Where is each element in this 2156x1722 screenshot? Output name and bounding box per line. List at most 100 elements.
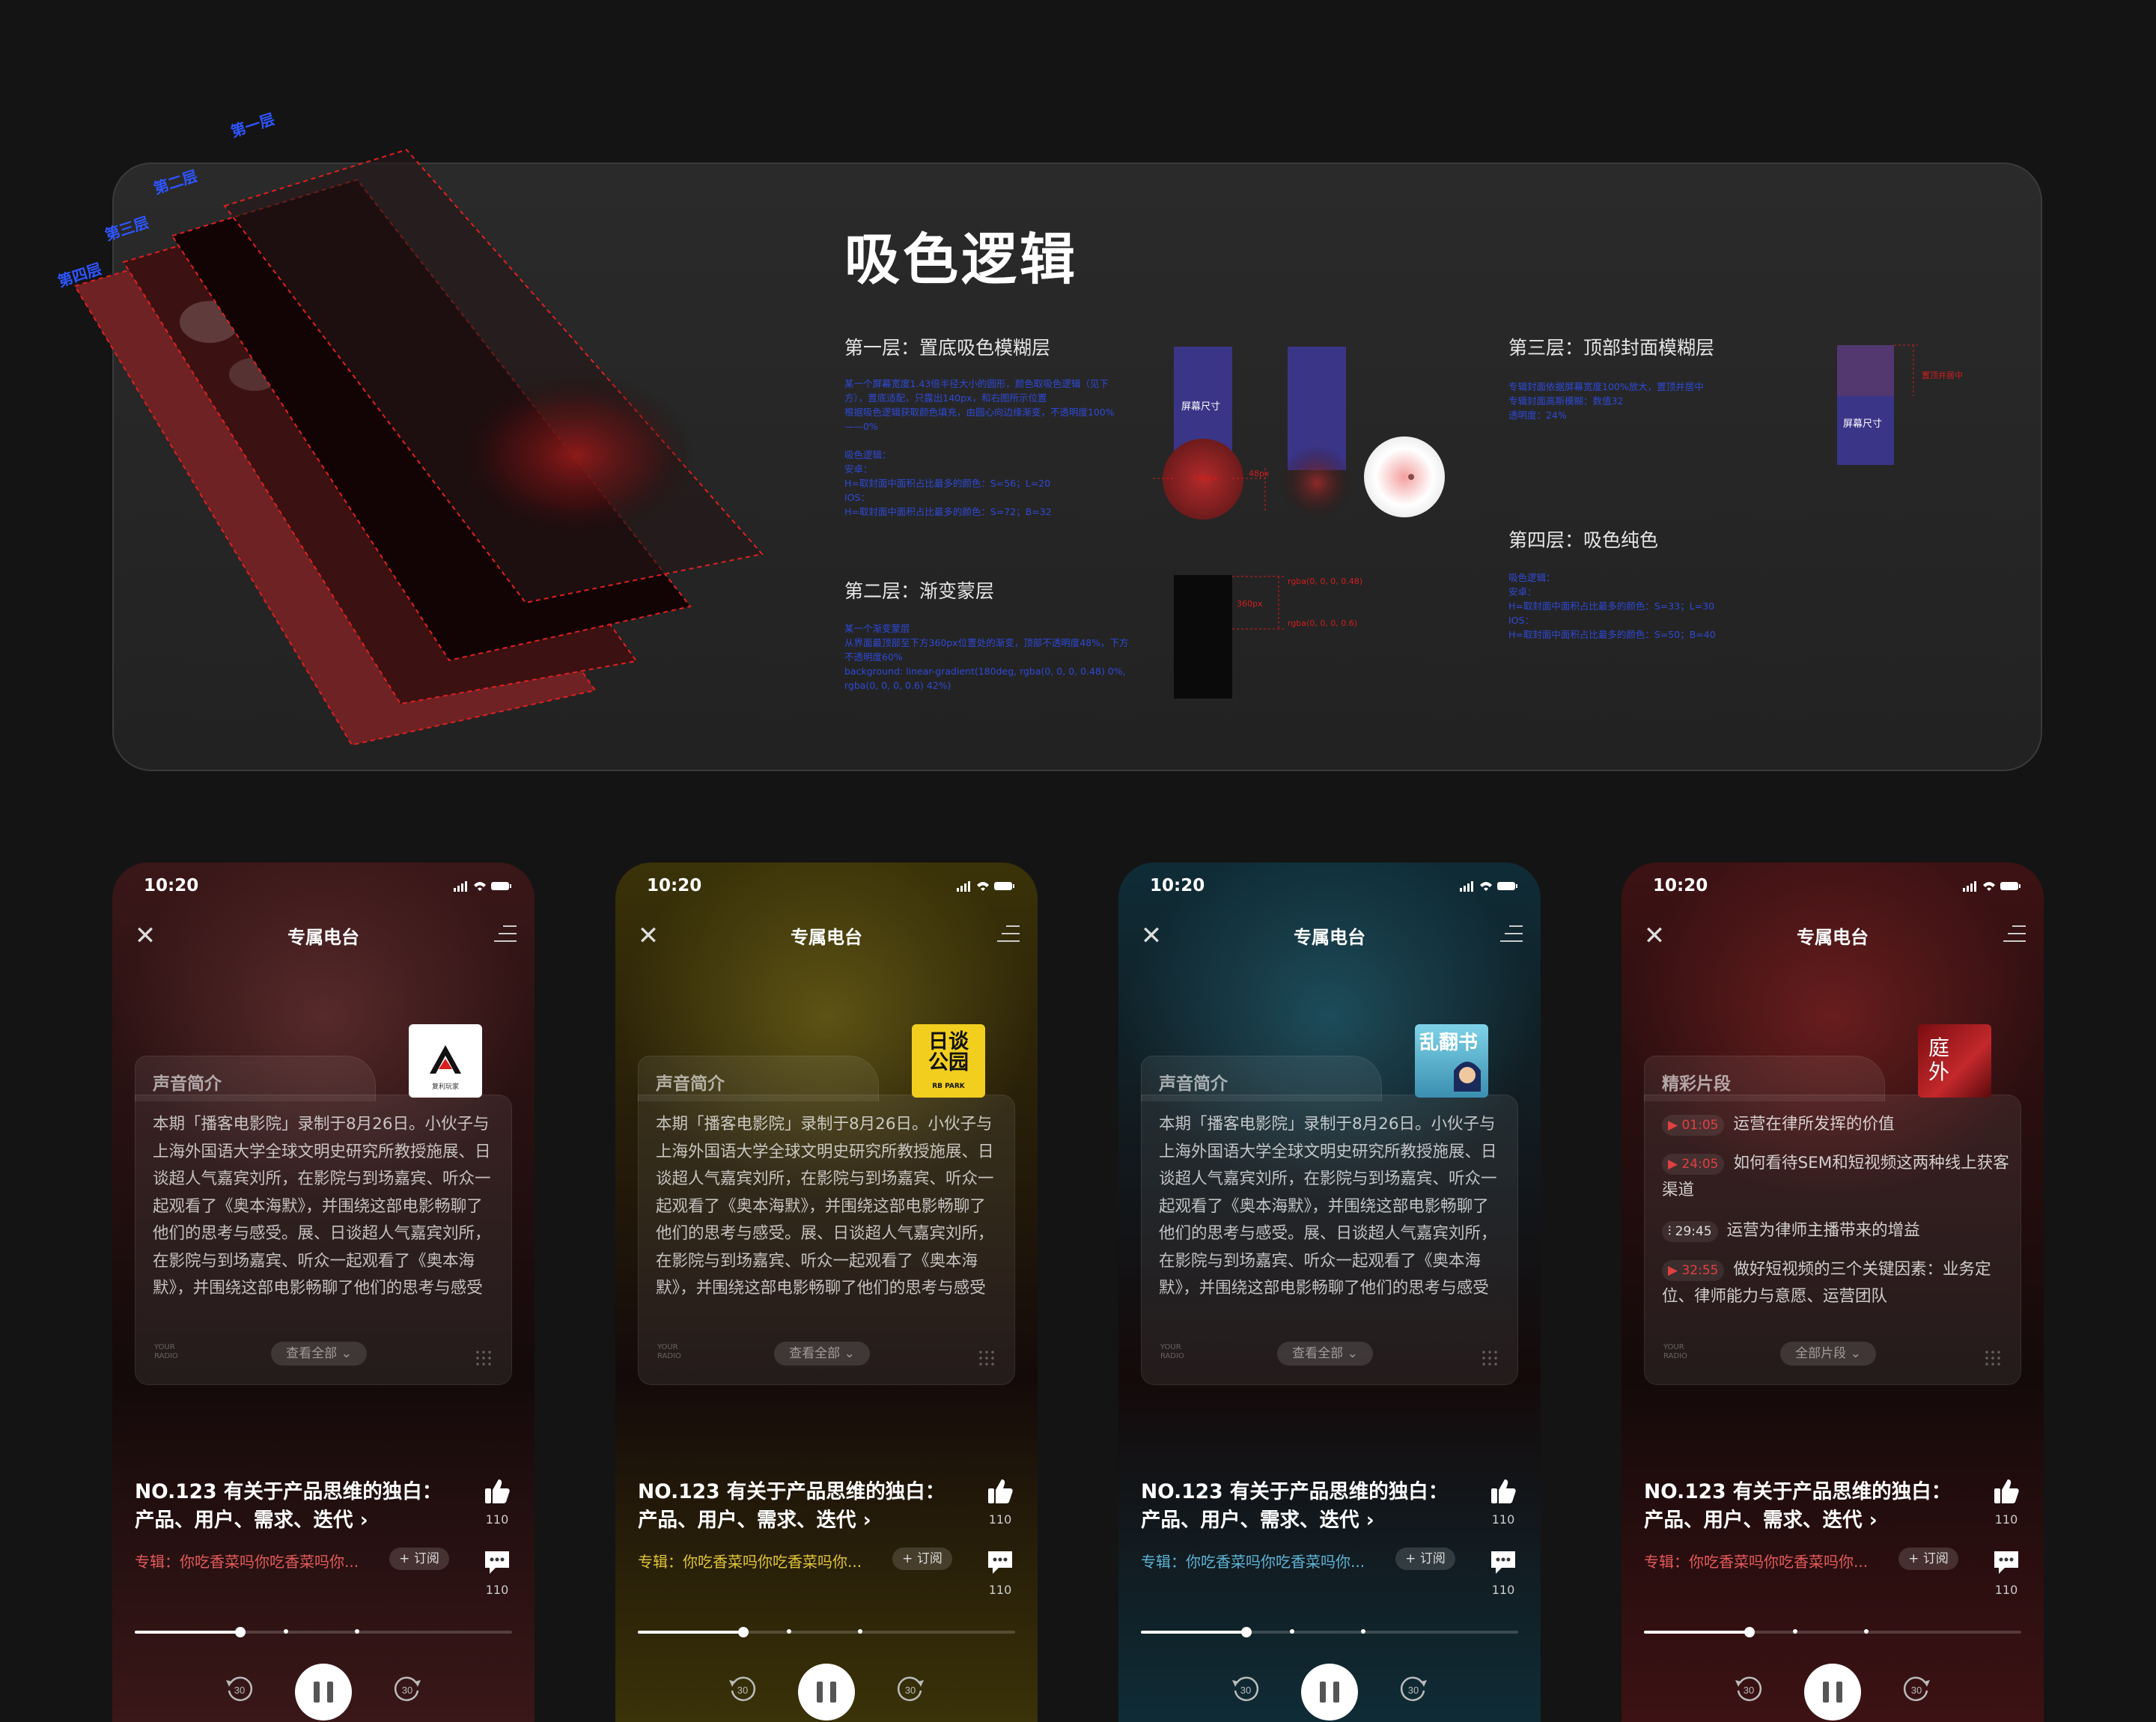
- thumb-caption: 乱翻书: [1419, 1032, 1479, 1054]
- layer3-top-center: 置顶并居中: [1922, 371, 1963, 380]
- nav-title: 专属电台: [287, 927, 359, 948]
- chapter-marker[interactable]: [1792, 1629, 1797, 1634]
- radio-watermark: YOUR RADIO: [1160, 1343, 1184, 1360]
- layer2-diagram: [1174, 575, 1286, 699]
- progress-bar[interactable]: [1644, 1627, 2021, 1637]
- pause-button[interactable]: [1301, 1664, 1358, 1721]
- album-link[interactable]: 专辑：你吃香菜吗你吃香菜吗你...: [1644, 1550, 1868, 1572]
- card-title: 声音简介: [1159, 1074, 1228, 1094]
- pause-button[interactable]: [295, 1664, 352, 1721]
- see-all-button[interactable]: 查看全部 ⌄: [774, 1342, 870, 1366]
- segment-time: ▶ 01:05: [1662, 1115, 1725, 1136]
- comment-icon[interactable]: [1991, 1547, 2021, 1577]
- comment-count: 110: [485, 1583, 509, 1597]
- segment-item[interactable]: ▶ 24:05 如何看待SEM和短视频这两种线上获客渠道: [1662, 1150, 2014, 1204]
- dots-grid-icon: [1984, 1349, 2002, 1367]
- see-all-button[interactable]: 全部片段 ⌄: [1780, 1342, 1876, 1366]
- segment-text: 运营在律所发挥的价值: [1733, 1115, 1895, 1134]
- album-link[interactable]: 专辑：你吃香菜吗你吃香菜吗你...: [638, 1550, 862, 1572]
- episode-title[interactable]: NO.123 有关于产品思维的独白：产品、用户、需求、迭代 ›: [1141, 1478, 1455, 1535]
- menu-icon[interactable]: [997, 925, 1020, 946]
- chapter-marker[interactable]: [1864, 1629, 1869, 1634]
- album-thumbnail[interactable]: 复利玩家: [409, 1024, 482, 1098]
- progress-knob[interactable]: [235, 1627, 246, 1637]
- segment-item[interactable]: ▶ 32:55 做好短视频的三个关键因素：业务定位、律师能力与意愿、运营团队: [1662, 1256, 2014, 1310]
- layer-stack-illustration: [73, 148, 764, 746]
- see-all-button[interactable]: 查看全部 ⌄: [271, 1342, 367, 1366]
- progress-knob[interactable]: [1744, 1627, 1755, 1637]
- layer1-desc: 某一个屏幕宽度1.43倍半径大小的圆形，颜色取吸色逻辑（见下方），置底适配，只露…: [844, 378, 1115, 517]
- album-link[interactable]: 专辑：你吃香菜吗你吃香菜吗你...: [135, 1550, 359, 1572]
- thumb-figure: [1454, 1062, 1481, 1092]
- progress-bar[interactable]: [135, 1627, 512, 1637]
- layer3-screen-label: 屏幕尺寸: [1843, 419, 1883, 430]
- forward-30-icon[interactable]: 30: [391, 1673, 424, 1706]
- thumbs-up-icon[interactable]: [1488, 1476, 1518, 1506]
- pause-button[interactable]: [1804, 1664, 1861, 1721]
- page-title: 吸色逻辑: [844, 228, 1078, 292]
- album-link[interactable]: 专辑：你吃香菜吗你吃香菜吗你...: [1141, 1550, 1365, 1572]
- chapter-marker[interactable]: [1361, 1629, 1366, 1634]
- forward-30-icon[interactable]: 30: [894, 1673, 927, 1706]
- episode-title[interactable]: NO.123 有关于产品思维的独白：产品、用户、需求、迭代 ›: [638, 1478, 952, 1535]
- segment-time: ▶ 24:05: [1662, 1154, 1725, 1175]
- forward-30-icon[interactable]: 30: [1397, 1673, 1430, 1706]
- segment-time: ▶ 32:55: [1662, 1260, 1725, 1281]
- segment-item[interactable]: ⫶ 29:45 运营为律师主播带来的增益: [1662, 1217, 2014, 1244]
- rewind-30-icon[interactable]: 30: [1732, 1673, 1765, 1706]
- chapter-marker[interactable]: [355, 1629, 360, 1634]
- pause-button[interactable]: [798, 1664, 855, 1721]
- layer3-desc: 专辑封面依据屏幕宽度100%放大，置顶并居中 专辑封面高斯模糊：数值32 透明度…: [1508, 381, 1704, 421]
- rewind-label: 30: [1240, 1685, 1251, 1696]
- chapter-marker[interactable]: [1289, 1629, 1294, 1634]
- see-all-button[interactable]: 查看全部 ⌄: [1277, 1342, 1373, 1366]
- status-time: 10:20: [144, 876, 199, 895]
- thumb-caption: 庭外: [1928, 1035, 1950, 1084]
- radio-watermark: YOUR RADIO: [657, 1343, 681, 1360]
- card-title: 声音简介: [153, 1074, 222, 1094]
- comment-icon[interactable]: [985, 1547, 1015, 1577]
- progress-knob[interactable]: [738, 1627, 749, 1637]
- progress-bar[interactable]: [1141, 1627, 1518, 1637]
- forward-label: 30: [1408, 1685, 1419, 1696]
- episode-title[interactable]: NO.123 有关于产品思维的独白：产品、用户、需求、迭代 ›: [135, 1478, 449, 1535]
- like-count: 110: [485, 1512, 509, 1527]
- status-time: 10:20: [647, 876, 702, 895]
- progress-knob[interactable]: [1241, 1627, 1252, 1637]
- album-thumbnail[interactable]: 日谈公园 RB PARK: [912, 1024, 985, 1098]
- progress-fill: [1141, 1631, 1247, 1634]
- phone-screen: 10:20 ✕ 专属电台 乱翻书 声音简介 本期「播客电影院」录制于8月26日。小伙子与上…: [1118, 862, 1541, 1722]
- layer2-360px: 360px: [1237, 599, 1263, 609]
- thumbs-up-icon[interactable]: [985, 1476, 1015, 1506]
- rewind-30-icon[interactable]: 30: [726, 1673, 759, 1706]
- progress-fill: [1644, 1631, 1750, 1634]
- comment-icon[interactable]: [1488, 1547, 1518, 1577]
- menu-icon[interactable]: [2003, 925, 2026, 946]
- subscribe-button[interactable]: + 订阅: [389, 1548, 449, 1570]
- segment-item[interactable]: ▶ 01:05 运营在律所发挥的价值: [1662, 1111, 2014, 1138]
- menu-icon[interactable]: [1500, 925, 1523, 946]
- layer2-rgba-top: rgba(0, 0, 0, 0.48): [1288, 576, 1363, 586]
- comment-icon[interactable]: [482, 1547, 512, 1577]
- rewind-30-icon[interactable]: 30: [223, 1673, 256, 1706]
- status-icons: [1460, 881, 1517, 892]
- forward-30-icon[interactable]: 30: [1900, 1673, 1933, 1706]
- thumbs-up-icon[interactable]: [482, 1476, 512, 1506]
- chapter-marker[interactable]: [283, 1629, 288, 1634]
- menu-icon[interactable]: [494, 925, 517, 946]
- dots-grid-icon: [475, 1349, 493, 1367]
- chapter-marker[interactable]: [786, 1629, 791, 1634]
- subscribe-button[interactable]: + 订阅: [1395, 1548, 1455, 1570]
- rewind-30-icon[interactable]: 30: [1229, 1673, 1262, 1706]
- layer4-title: 第四层：吸色纯色: [1508, 529, 1659, 551]
- forward-label: 30: [905, 1685, 916, 1696]
- album-thumbnail[interactable]: 庭外: [1918, 1024, 1991, 1098]
- subscribe-button[interactable]: + 订阅: [1898, 1548, 1958, 1570]
- subscribe-button[interactable]: + 订阅: [892, 1548, 952, 1570]
- chapter-marker[interactable]: [858, 1629, 863, 1634]
- thumbs-up-icon[interactable]: [1991, 1476, 2021, 1506]
- album-thumbnail[interactable]: 乱翻书: [1415, 1024, 1488, 1098]
- episode-title[interactable]: NO.123 有关于产品思维的独白：产品、用户、需求、迭代 ›: [1644, 1478, 1958, 1535]
- nav-title: 专属电台: [791, 927, 862, 948]
- progress-bar[interactable]: [638, 1627, 1015, 1637]
